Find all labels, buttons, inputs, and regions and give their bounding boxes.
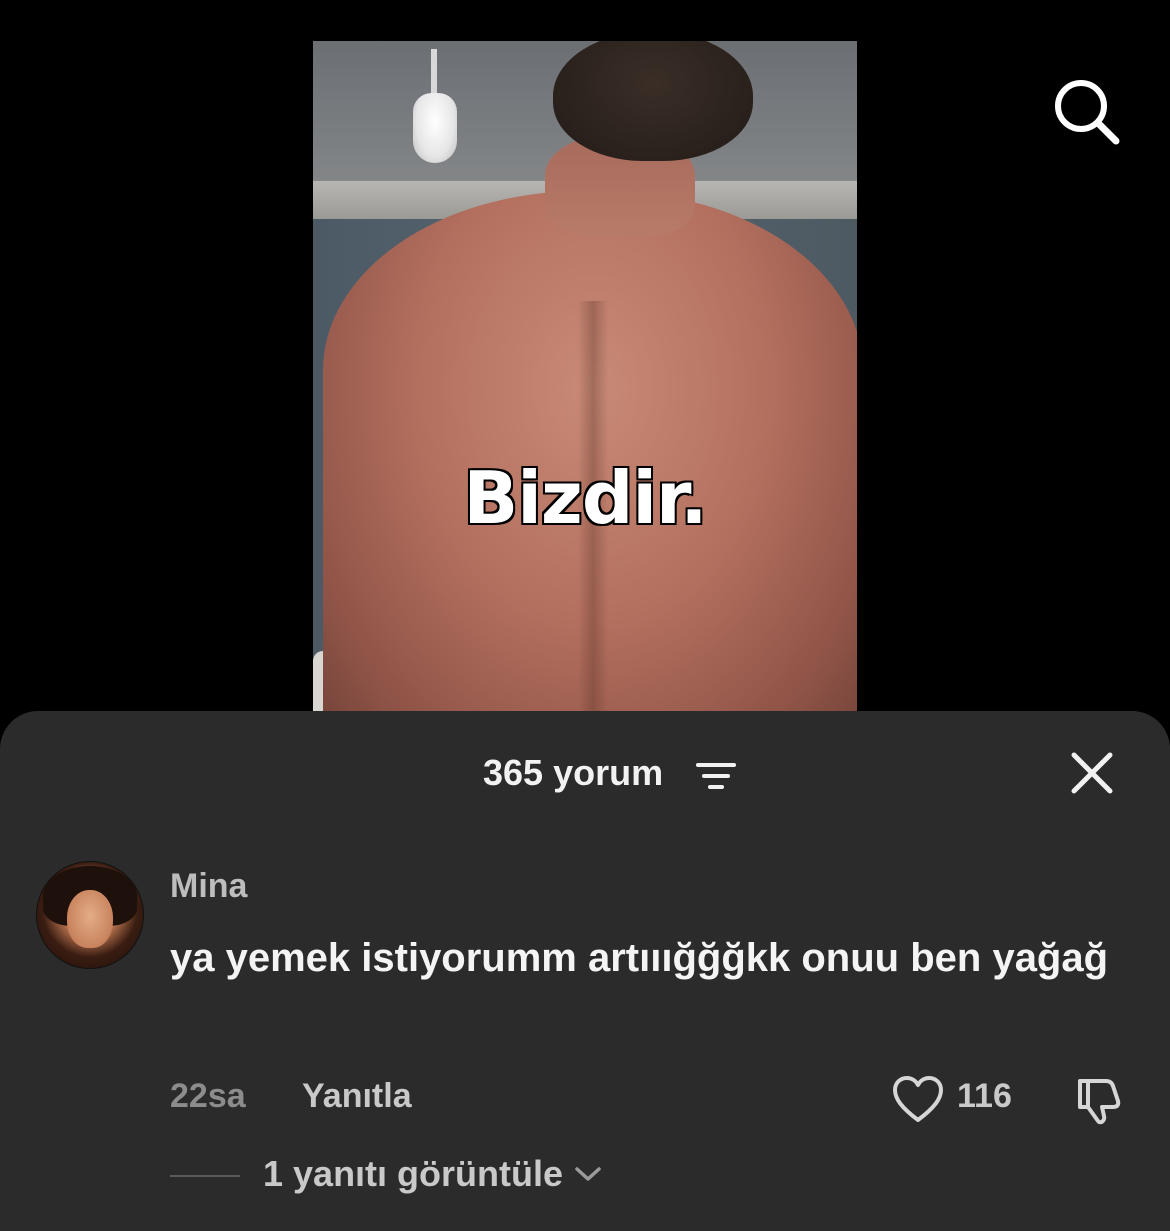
view-replies-row: 1 yanıtı görüntüle — [0, 1153, 1170, 1203]
comment-item: Mina ya yemek istiyorumm artııığğğkk onu… — [0, 859, 1170, 1219]
video-lamp-stem — [431, 49, 437, 99]
comment-count-label: 365 yorum — [483, 752, 664, 793]
avatar[interactable] — [36, 861, 144, 969]
heart-outline-icon[interactable] — [892, 1075, 944, 1125]
comments-sheet: 365 yorum Mina ya yemek istiyorumm artıı… — [0, 711, 1170, 1231]
replies-divider — [170, 1175, 240, 1177]
video-area[interactable]: Bizdir. — [0, 0, 1170, 712]
comment-meta-row: 22sa Yanıtla 116 — [0, 1075, 1170, 1125]
video-caption: Bizdir. — [462, 455, 709, 542]
reply-button[interactable]: Yanıtla — [302, 1077, 412, 1116]
thumbs-down-icon[interactable] — [1072, 1075, 1124, 1127]
avatar-face — [67, 890, 113, 948]
filter-icon[interactable] — [695, 759, 737, 793]
close-icon[interactable] — [1068, 749, 1116, 797]
comment-timestamp: 22sa — [170, 1077, 246, 1115]
chevron-down-icon — [573, 1164, 603, 1184]
video-player[interactable]: Bizdir. — [313, 41, 857, 712]
like-count: 116 — [957, 1077, 1012, 1115]
search-icon[interactable] — [1050, 75, 1122, 147]
view-replies-button[interactable]: 1 yanıtı görüntüle — [263, 1153, 603, 1201]
comments-header: 365 yorum — [0, 753, 1170, 803]
comment-username[interactable]: Mina — [170, 867, 247, 906]
view-replies-label: 1 yanıtı görüntüle — [263, 1153, 564, 1194]
video-lamp-bulb — [413, 93, 457, 163]
video-person-hair — [553, 41, 753, 161]
comment-text: ya yemek istiyorumm artııığğğkk onuu ben… — [170, 936, 1109, 980]
